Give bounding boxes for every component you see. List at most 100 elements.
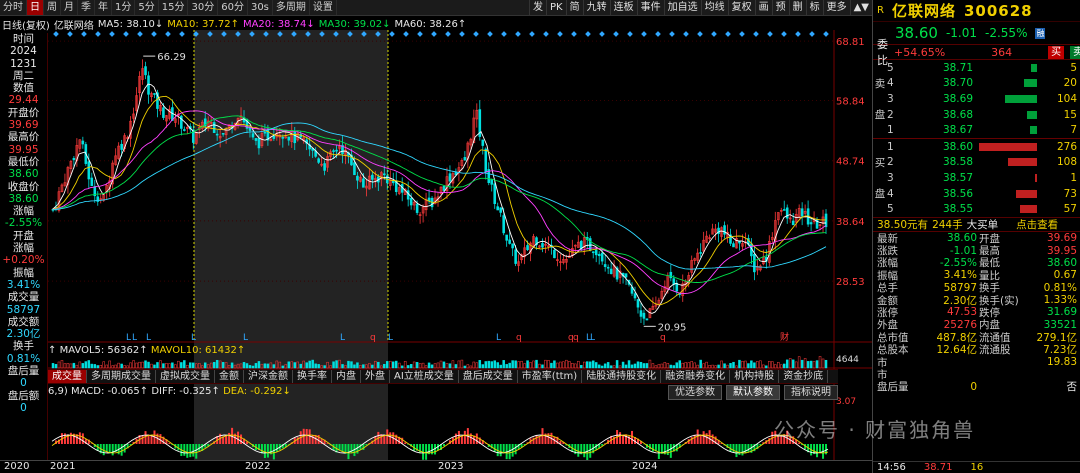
period-tab[interactable]: 30s <box>248 0 273 15</box>
indicator-tab[interactable]: 多周期成交量 <box>87 370 156 383</box>
data-panel-row: 58797 <box>6 303 41 316</box>
indicator-tab[interactable]: 盘后成交量 <box>459 370 518 383</box>
volume-bar <box>311 359 314 369</box>
volume-bar <box>60 360 64 369</box>
candle-body <box>335 149 338 152</box>
indicator-tab[interactable]: 市盈率(ttm) <box>518 370 583 383</box>
volume-bar <box>523 363 526 369</box>
candle-body <box>362 178 365 188</box>
period-tab[interactable]: 1分 <box>112 0 136 15</box>
data-panel-row: 0.81% <box>6 352 41 365</box>
orderbook-row[interactable]: 盘 2 38.68 15 <box>873 107 1080 123</box>
macd-histogram-bar <box>404 442 407 444</box>
macd-param-button[interactable]: 优选参数 <box>668 385 722 400</box>
signal-diamond <box>473 31 479 37</box>
candle-body <box>738 240 741 244</box>
toolbar-tool[interactable]: 更多 <box>822 0 850 15</box>
toolbar-tool[interactable]: 连板 <box>609 0 637 15</box>
volume-bar <box>675 362 679 369</box>
macd-histogram-bar <box>362 444 365 450</box>
volume-bar <box>332 361 335 369</box>
volume-bar <box>117 362 120 369</box>
volume-info: ↑ MAVOL5: 56362↑ MAVOL10: 61432↑ <box>48 345 245 356</box>
chevron-icon[interactable]: ▲▼ <box>849 0 872 15</box>
period-tab[interactable]: 30分 <box>188 0 219 15</box>
period-tab[interactable]: 季 <box>78 0 95 15</box>
time-axis: 2020 2021 2022 2023 2024 <box>0 460 872 473</box>
indicator-tab[interactable]: 融资融券变化 <box>661 370 731 383</box>
macd-histogram-bar <box>260 444 263 454</box>
volume-bar <box>541 364 544 369</box>
volume-bar <box>299 363 302 369</box>
orderbook-row[interactable]: 1 38.60 276 <box>873 139 1080 155</box>
indicator-tab[interactable]: 机构持股 <box>730 370 780 383</box>
period-tab[interactable]: 设置 <box>310 0 337 15</box>
indicator-tab[interactable]: 虚拟成交量 <box>156 370 215 383</box>
orderbook-row[interactable]: 3 38.57 1 <box>873 170 1080 186</box>
indicator-tab[interactable]: 金额 <box>215 370 244 383</box>
period-tab[interactable]: 月 <box>61 0 78 15</box>
period-tab[interactable]: 多周期 <box>273 0 310 15</box>
volume-bar <box>397 362 401 369</box>
toolbar-tool[interactable]: 事件 <box>636 0 664 15</box>
data-panel-row: 时间 <box>13 33 34 45</box>
volume-bar <box>642 363 646 369</box>
indicator-tab[interactable]: AI立桩成交量 <box>390 370 459 383</box>
toolbar-tool[interactable]: 加自选 <box>663 0 701 15</box>
toolbar-tool[interactable]: PK <box>546 0 566 15</box>
period-tab[interactable]: 日 <box>27 0 44 15</box>
macd-histogram-bar <box>186 444 189 458</box>
sell-button[interactable]: 卖 <box>1070 45 1080 59</box>
orderbook-row[interactable]: 卖 4 38.70 20 <box>873 76 1080 92</box>
toolbar-tool[interactable]: 简 <box>565 0 583 15</box>
toolbar-tool[interactable]: 画 <box>754 0 772 15</box>
candle-body <box>785 207 789 219</box>
indicator-tab[interactable]: 成交量 <box>48 370 87 383</box>
volume-bar <box>636 361 640 369</box>
price-line: 38.60 -1.01 -2.55% 融 <box>873 22 1080 44</box>
candle-body <box>600 252 604 262</box>
orderbook-row[interactable]: 买 2 38.58 108 <box>873 155 1080 171</box>
candle-body <box>511 243 514 249</box>
period-tab[interactable]: 60分 <box>218 0 248 15</box>
toolbar-tool[interactable]: 均线 <box>700 0 728 15</box>
indicator-tab[interactable]: 外盘 <box>361 370 390 383</box>
volume-bar <box>815 360 819 369</box>
orderbook-qty: 5 <box>1070 61 1077 74</box>
toolbar-tool[interactable]: 预 <box>771 0 789 15</box>
toolbar-tool[interactable]: 标 <box>805 0 823 15</box>
period-tab[interactable]: 分时 <box>0 0 27 15</box>
orderbook-row[interactable]: 3 38.69 104 <box>873 91 1080 107</box>
volume-bar <box>633 363 637 369</box>
high-annotation: 66.29 <box>157 52 186 63</box>
event-marker: L <box>146 333 151 343</box>
period-tab[interactable]: 年 <box>95 0 112 15</box>
toolbar-tool[interactable]: 复权 <box>727 0 755 15</box>
indicator-tab[interactable]: 沪深金额 <box>244 370 293 383</box>
stat-value: 0 <box>970 380 977 393</box>
period-tab[interactable]: 5分 <box>135 0 159 15</box>
indicator-tab[interactable]: 陆股通持股变化 <box>582 370 662 383</box>
toolbar-tool[interactable]: 发 <box>529 0 546 15</box>
period-tab[interactable]: 15分 <box>159 0 189 15</box>
signal-diamond <box>823 31 829 37</box>
orderbook-row[interactable]: 5 38.55 57 <box>873 201 1080 217</box>
orderbook-row[interactable]: 1 38.67 7 <box>873 122 1080 138</box>
buy-button[interactable]: 买 <box>1048 45 1065 59</box>
candle-body <box>642 312 646 319</box>
signal-diamond <box>543 31 549 37</box>
orderbook-row[interactable]: 5 38.71 5 <box>873 60 1080 76</box>
indicator-tab[interactable]: 内盘 <box>332 370 361 383</box>
toolbar-tool[interactable]: 九转 <box>582 0 610 15</box>
period-tab[interactable]: 周 <box>44 0 61 15</box>
indicator-tab[interactable]: 换手率 <box>293 370 332 383</box>
signal-diamond <box>389 31 395 37</box>
volume-bar <box>732 361 735 369</box>
volume-bar <box>263 363 267 369</box>
macd-param-button[interactable]: 指标说明 <box>784 385 838 400</box>
indicator-tab[interactable]: 资金抄底 <box>779 370 829 383</box>
macd-param-button[interactable]: 默认参数 <box>726 385 780 400</box>
orderbook-row[interactable]: 盘 4 38.56 73 <box>873 186 1080 202</box>
toolbar-tool[interactable]: 删 <box>788 0 806 15</box>
signal-diamond <box>669 31 675 37</box>
